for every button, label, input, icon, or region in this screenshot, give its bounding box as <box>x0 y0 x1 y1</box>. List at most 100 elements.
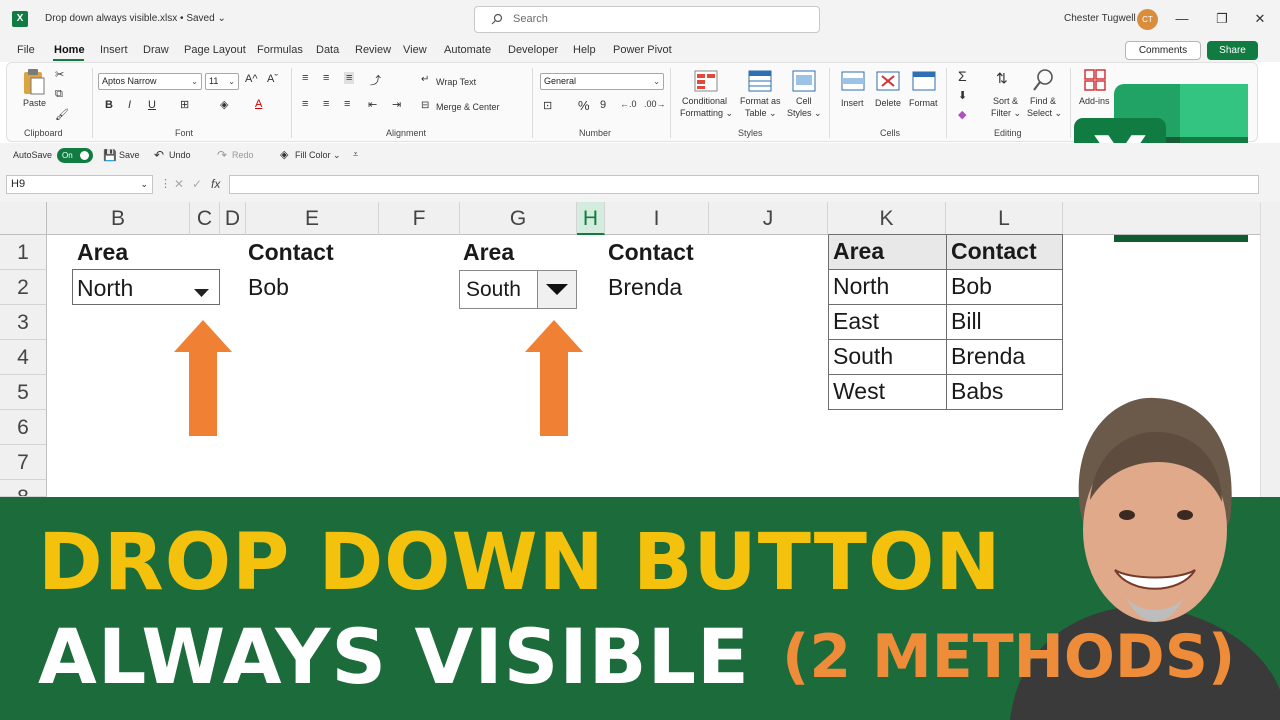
clear-icon[interactable]: ◆ <box>958 108 966 121</box>
increase-indent-icon[interactable]: ⇥ <box>392 98 401 111</box>
save-button[interactable]: Save <box>119 150 140 160</box>
delete-cells-icon[interactable] <box>876 70 900 92</box>
format-as-table-icon[interactable] <box>748 70 774 92</box>
cell-styles-icon[interactable] <box>792 70 816 92</box>
row-header-3[interactable]: 3 <box>0 305 47 340</box>
orientation-icon[interactable]: ⤴ <box>370 72 381 88</box>
insert-function-icon[interactable]: fx <box>211 177 220 191</box>
column-header-h[interactable]: H <box>577 202 605 235</box>
wrap-text-button[interactable]: Wrap Text <box>436 77 476 87</box>
table-cell-contact[interactable]: Bill <box>946 304 1063 340</box>
tab-view[interactable]: View <box>403 44 427 56</box>
align-top-icon[interactable]: ≡ <box>302 72 308 84</box>
decrease-indent-icon[interactable]: ⇤ <box>368 98 377 111</box>
percent-icon[interactable]: % <box>578 98 590 113</box>
format-cells-icon[interactable] <box>912 70 936 92</box>
cancel-formula-icon[interactable]: ✕ <box>174 177 184 191</box>
minimize-icon[interactable]: — <box>1174 10 1190 28</box>
customize-qat-icon[interactable]: ⩡ <box>353 149 358 160</box>
search-box[interactable]: Search <box>474 6 820 33</box>
save-icon[interactable]: 💾 <box>103 149 117 162</box>
column-header-b[interactable]: B <box>47 202 190 235</box>
undo-icon[interactable]: ↶ <box>154 148 164 162</box>
merge-center-icon[interactable]: ⊟ <box>421 100 429 111</box>
select-all-corner[interactable] <box>0 202 47 235</box>
more-options-icon[interactable]: ⋮ <box>160 177 171 190</box>
row-header-8[interactable]: 8 <box>0 480 47 497</box>
tab-draw[interactable]: Draw <box>143 44 169 56</box>
fill-color-button[interactable]: Fill Color ⌄ <box>295 150 341 161</box>
table-cell-area[interactable]: North <box>828 269 947 305</box>
column-header-i[interactable]: I <box>605 202 709 235</box>
formula-input[interactable] <box>229 175 1259 194</box>
align-bottom-icon[interactable]: ≡ <box>344 72 355 84</box>
insert-cells-icon[interactable] <box>841 70 865 92</box>
tab-review[interactable]: Review <box>355 44 391 56</box>
column-header-j[interactable]: J <box>709 202 828 235</box>
align-middle-icon[interactable]: ≡ <box>323 72 329 84</box>
row-header-6[interactable]: 6 <box>0 410 47 445</box>
column-header-g[interactable]: G <box>460 202 577 235</box>
table-cell-area[interactable]: South <box>828 339 947 375</box>
column-header-d[interactable]: D <box>220 202 246 235</box>
tab-power-pivot[interactable]: Power Pivot <box>613 44 672 56</box>
tab-automate[interactable]: Automate <box>444 44 491 56</box>
comments-button[interactable]: Comments <box>1125 41 1201 60</box>
table-cell-contact[interactable]: Bob <box>946 269 1063 305</box>
share-button[interactable]: Share <box>1207 41 1258 60</box>
column-header-c[interactable]: C <box>190 202 220 235</box>
restore-icon[interactable]: ❐ <box>1214 10 1230 28</box>
autosum-icon[interactable]: Σ <box>958 68 967 84</box>
column-header-k[interactable]: K <box>828 202 946 235</box>
tab-home[interactable]: Home <box>54 44 85 56</box>
copy-icon[interactable]: ⧉ <box>55 88 63 101</box>
tab-help[interactable]: Help <box>573 44 596 56</box>
bold-icon[interactable]: B <box>105 99 113 111</box>
paste-icon[interactable] <box>22 68 46 96</box>
column-header-e[interactable]: E <box>246 202 379 235</box>
tab-file[interactable]: File <box>17 44 35 56</box>
fill-icon[interactable]: ⬇ <box>958 89 967 102</box>
increase-font-icon[interactable]: A^ <box>245 73 258 85</box>
align-right-icon[interactable]: ≡ <box>344 98 350 110</box>
number-format-combo[interactable]: General ⌄ <box>540 73 664 90</box>
font-color-icon[interactable]: A <box>255 98 262 110</box>
font-size-combo[interactable]: 11 ⌄ <box>205 73 239 90</box>
row-header-2[interactable]: 2 <box>0 270 47 305</box>
fill-color-icon[interactable]: ◈ <box>280 148 288 161</box>
find-select-icon[interactable] <box>1033 68 1055 92</box>
sort-filter-icon[interactable]: ⇅ <box>996 70 1008 87</box>
row-header-7[interactable]: 7 <box>0 445 47 480</box>
tab-formulas[interactable]: Formulas <box>257 44 303 56</box>
avatar[interactable]: CT <box>1137 9 1158 30</box>
cut-icon[interactable]: ✂ <box>55 68 64 81</box>
table-cell-contact[interactable]: Brenda <box>946 339 1063 375</box>
column-header-l[interactable]: L <box>946 202 1063 235</box>
row-header-4[interactable]: 4 <box>0 340 47 375</box>
name-box[interactable]: H9 ⌄ <box>6 175 153 194</box>
font-name-combo[interactable]: Aptos Narrow ⌄ <box>98 73 202 90</box>
decrease-font-icon[interactable]: Aˇ <box>267 73 278 85</box>
fill-color-icon[interactable]: ◈ <box>220 98 228 111</box>
comma-style-icon[interactable]: 9 <box>600 99 606 111</box>
user-name[interactable]: Chester Tugwell <box>1064 13 1136 24</box>
borders-icon[interactable]: ⊞ <box>180 98 189 111</box>
undo-button[interactable]: Undo <box>169 150 191 160</box>
tab-data[interactable]: Data <box>316 44 339 56</box>
increase-decimal-icon[interactable]: ←.0 <box>620 99 637 109</box>
underline-icon[interactable]: U <box>148 99 156 111</box>
redo-icon[interactable]: ↷ <box>217 148 227 162</box>
format-painter-icon[interactable]: 🖌 <box>55 108 69 121</box>
enter-formula-icon[interactable]: ✓ <box>192 177 202 191</box>
decrease-decimal-icon[interactable]: .00→ <box>644 99 666 109</box>
wrap-text-icon[interactable]: ↵ <box>421 74 429 85</box>
accounting-format-icon[interactable]: ⊡ <box>543 99 552 112</box>
table-cell-area[interactable]: West <box>828 374 947 410</box>
close-icon[interactable]: ✕ <box>1252 10 1268 28</box>
tab-insert[interactable]: Insert <box>100 44 128 56</box>
dropdown-arrow-icon[interactable] <box>546 284 568 295</box>
tab-page-layout[interactable]: Page Layout <box>184 44 246 56</box>
align-left-icon[interactable]: ≡ <box>302 98 308 110</box>
merge-center-button[interactable]: Merge & Center <box>436 102 500 112</box>
column-header-f[interactable]: F <box>379 202 460 235</box>
